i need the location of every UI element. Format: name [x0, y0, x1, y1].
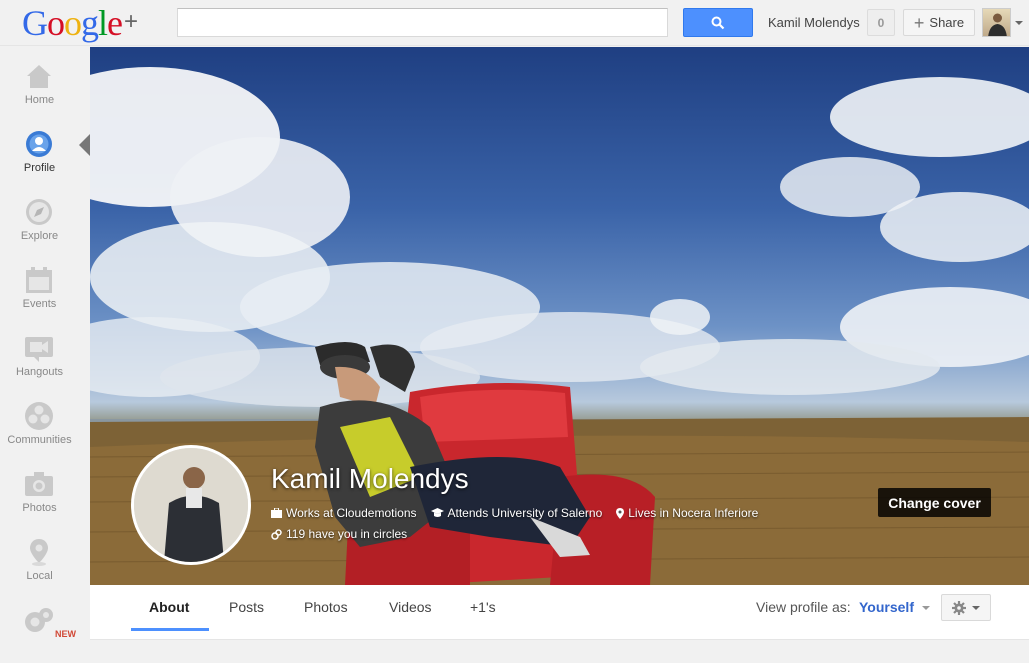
sidebar-item-label: Local	[26, 570, 53, 582]
change-cover-button[interactable]: Change cover	[878, 488, 991, 517]
account-avatar[interactable]	[982, 8, 1011, 37]
compass-icon	[26, 199, 52, 225]
new-badge: NEW	[55, 629, 76, 639]
sidebar-item-label: Profile	[23, 162, 56, 174]
lives-in: Lives in Nocera Inferiore	[616, 506, 758, 520]
location-pin-icon	[616, 507, 625, 519]
profile-settings-button[interactable]	[941, 594, 991, 621]
games-icon	[25, 608, 53, 632]
graduation-cap-icon	[430, 508, 444, 517]
works-at-text: Works at Cloudemotions	[286, 506, 417, 520]
lives-in-text: Lives in Nocera Inferiore	[628, 506, 759, 520]
active-tab-indicator	[131, 628, 209, 631]
chevron-down-icon	[972, 605, 980, 610]
top-bar: Google+ Kamil Molendys 0 + Share	[0, 0, 1029, 46]
sidebar-item-label: Events	[22, 298, 57, 310]
view-profile-as-select[interactable]: Yourself	[859, 599, 914, 615]
profile-icon	[26, 131, 52, 157]
share-button[interactable]: + Share	[903, 9, 975, 36]
view-profile-as-label: View profile as:	[756, 599, 851, 615]
sidebar-item-label: Explore	[20, 230, 59, 242]
sidebar-item-label: Hangouts	[15, 366, 64, 378]
works-at: Works at Cloudemotions	[271, 506, 417, 520]
logo-plus: +	[124, 8, 138, 35]
tab-plus-ones[interactable]: +1's	[470, 599, 496, 615]
sidebar-item-events[interactable]: Events	[0, 259, 79, 323]
camera-icon	[25, 472, 53, 496]
circles-count[interactable]: 119 have you in circles	[271, 527, 407, 541]
profile-tab-bar: About Posts Photos Videos +1's View prof…	[90, 585, 1029, 640]
sidebar-item-home[interactable]: Home	[0, 55, 79, 119]
tab-posts[interactable]: Posts	[229, 599, 264, 615]
active-nav-pointer	[79, 134, 90, 156]
chevron-down-icon[interactable]	[922, 606, 930, 610]
video-camera-icon	[25, 337, 53, 362]
header-user-name[interactable]: Kamil Molendys	[768, 15, 860, 30]
profile-avatar[interactable]	[131, 445, 251, 565]
sidebar-item-label: Home	[24, 94, 55, 106]
communities-icon	[25, 402, 53, 430]
map-pin-icon	[30, 539, 48, 566]
calendar-icon	[26, 267, 52, 293]
briefcase-icon	[271, 508, 282, 518]
profile-name: Kamil Molendys	[271, 463, 469, 494]
sidebar-item-communities[interactable]: Communities	[0, 395, 79, 459]
sidebar-item-label: Communities	[7, 434, 72, 446]
attends-text: Attends University of Salerno	[447, 506, 603, 520]
sidebar-item-hangouts[interactable]: Hangouts	[0, 327, 79, 391]
gear-icon	[952, 600, 966, 615]
search-input[interactable]	[177, 8, 668, 37]
account-menu-caret[interactable]	[1015, 21, 1023, 25]
profile-info-line: Works at Cloudemotions Attends Universit…	[271, 506, 758, 520]
circles-icon	[271, 528, 282, 540]
sidebar: Home Profile Explore Events Hangouts Com…	[0, 47, 79, 640]
sidebar-item-photos[interactable]: Photos	[0, 463, 79, 527]
google-plus-logo[interactable]: Google+	[22, 2, 138, 43]
plus-icon: +	[913, 12, 925, 33]
sidebar-item-label: Photos	[22, 502, 57, 514]
search-button[interactable]	[683, 8, 753, 37]
tab-videos[interactable]: Videos	[389, 599, 432, 615]
search-icon	[711, 16, 725, 29]
tab-photos[interactable]: Photos	[304, 599, 348, 615]
circles-count-text: 119 have you in circles	[286, 527, 408, 541]
attends: Attends University of Salerno	[430, 506, 603, 520]
notification-count[interactable]: 0	[867, 9, 895, 36]
sidebar-item-local[interactable]: Local	[0, 531, 79, 595]
share-label: Share	[929, 15, 965, 30]
tab-about[interactable]: About	[149, 599, 189, 615]
sidebar-item-profile[interactable]: Profile	[0, 123, 79, 187]
sidebar-item-explore[interactable]: Explore	[0, 191, 79, 255]
home-icon	[27, 65, 51, 88]
